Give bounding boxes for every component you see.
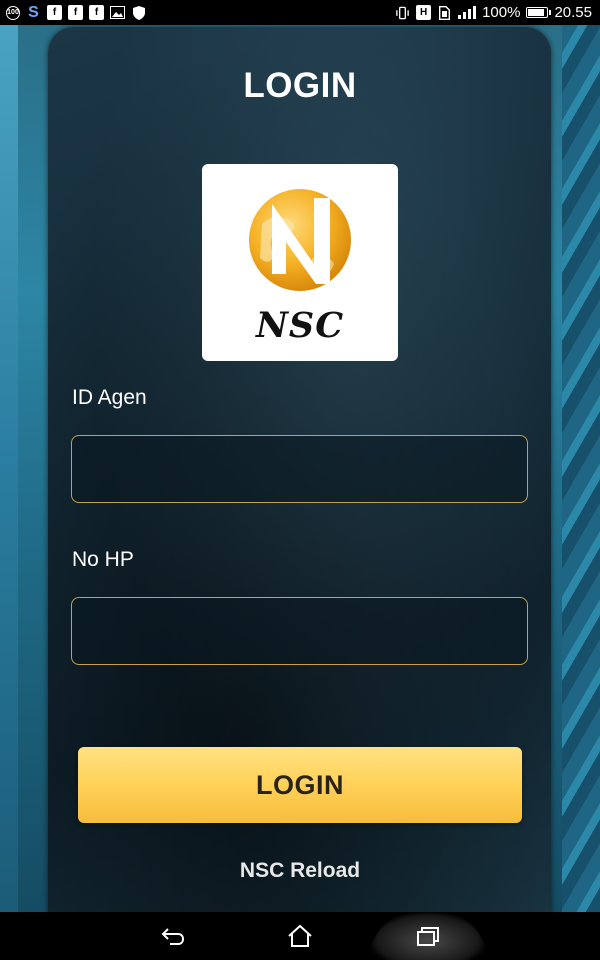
back-button[interactable] xyxy=(128,912,218,960)
phone-screen: 100 S f f f H 100% 20.55 LOGIN NSC ID Ag… xyxy=(0,0,600,960)
id-agen-input[interactable] xyxy=(71,435,528,503)
facebook-icon: f xyxy=(89,5,104,20)
no-hp-input[interactable] xyxy=(71,597,528,665)
sim-icon xyxy=(437,5,452,20)
status-bar-system: H 100% 20.55 xyxy=(395,4,592,21)
network-h-icon: H xyxy=(416,5,432,20)
facebook-icon: f xyxy=(47,5,62,20)
status-bar-notifications: 100 S f f f xyxy=(6,3,146,21)
shield-icon xyxy=(131,5,146,20)
recent-apps-icon xyxy=(417,927,439,946)
id-agen-label: ID Agen xyxy=(72,386,147,409)
signal-strength-icon xyxy=(458,6,477,19)
back-icon xyxy=(161,928,185,945)
logo-text: NSC xyxy=(255,305,345,346)
s-app-icon: S xyxy=(28,3,39,21)
status-bar: 100 S f f f H 100% 20.55 xyxy=(0,0,600,25)
clock: 20.55 xyxy=(554,4,592,21)
facebook-icon: f xyxy=(68,5,83,20)
no-hp-label: No HP xyxy=(72,548,134,571)
image-icon xyxy=(110,5,125,20)
login-button[interactable]: LOGIN xyxy=(78,747,522,823)
page-title: LOGIN xyxy=(243,66,357,105)
vibrate-icon xyxy=(395,5,410,20)
notification-100-icon: 100 xyxy=(6,5,20,20)
home-button[interactable] xyxy=(255,912,345,960)
battery-percent: 100% xyxy=(482,4,521,21)
footer-app-name: NSC Reload xyxy=(239,859,361,882)
recent-apps-button[interactable] xyxy=(383,912,473,960)
home-icon xyxy=(288,924,312,947)
battery-icon xyxy=(526,7,552,18)
